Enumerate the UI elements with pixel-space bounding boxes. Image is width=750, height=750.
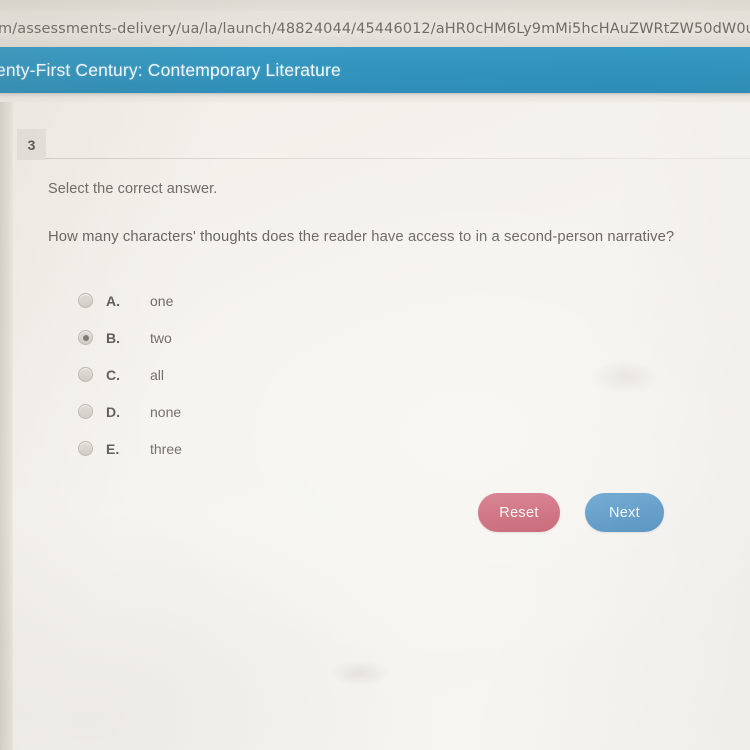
answer-option-b[interactable]: B. two	[78, 319, 518, 356]
question-header-divider	[46, 158, 750, 159]
instruction-text: Select the correct answer.	[48, 181, 218, 197]
option-text: one	[150, 292, 174, 309]
option-text: three	[150, 440, 182, 457]
page-left-gutter	[0, 102, 13, 750]
option-text: none	[150, 403, 182, 420]
url-text: m/assessments-delivery/ua/la/launch/4882…	[0, 21, 750, 37]
option-letter: D.	[106, 403, 120, 420]
question-number-badge[interactable]: 3	[17, 129, 46, 160]
screenshot-photo: m/assessments-delivery/ua/la/launch/4882…	[0, 0, 750, 750]
radio-button-a[interactable]	[78, 293, 93, 308]
option-letter: A.	[106, 292, 120, 309]
reset-button[interactable]: Reset	[478, 493, 560, 532]
next-button[interactable]: Next	[585, 493, 664, 532]
option-letter: E.	[106, 440, 120, 457]
option-text: all	[150, 366, 165, 383]
header-shadow	[0, 93, 750, 102]
action-button-row: Reset Next	[478, 493, 664, 532]
radio-button-d[interactable]	[78, 404, 93, 419]
radio-button-c[interactable]	[78, 367, 93, 382]
question-number-label: 3	[27, 136, 36, 153]
course-header-bar: enty-First Century: Contemporary Literat…	[0, 47, 750, 93]
option-letter: C.	[106, 366, 120, 383]
option-letter: B.	[106, 329, 120, 346]
option-text: two	[150, 329, 172, 346]
browser-address-bar[interactable]: m/assessments-delivery/ua/la/launch/4882…	[0, 11, 750, 47]
course-title: enty-First Century: Contemporary Literat…	[0, 59, 341, 80]
radio-button-e[interactable]	[78, 441, 93, 456]
answer-options-list: A. one B. two C. all D. none E. three	[78, 282, 518, 467]
browser-chrome-strip	[0, 0, 750, 11]
answer-option-c[interactable]: C. all	[78, 356, 518, 393]
answer-option-d[interactable]: D. none	[78, 393, 518, 430]
question-text: How many characters' thoughts does the r…	[48, 229, 675, 245]
radio-button-b[interactable]	[78, 330, 93, 345]
answer-option-e[interactable]: E. three	[78, 430, 518, 467]
answer-option-a[interactable]: A. one	[78, 282, 518, 319]
